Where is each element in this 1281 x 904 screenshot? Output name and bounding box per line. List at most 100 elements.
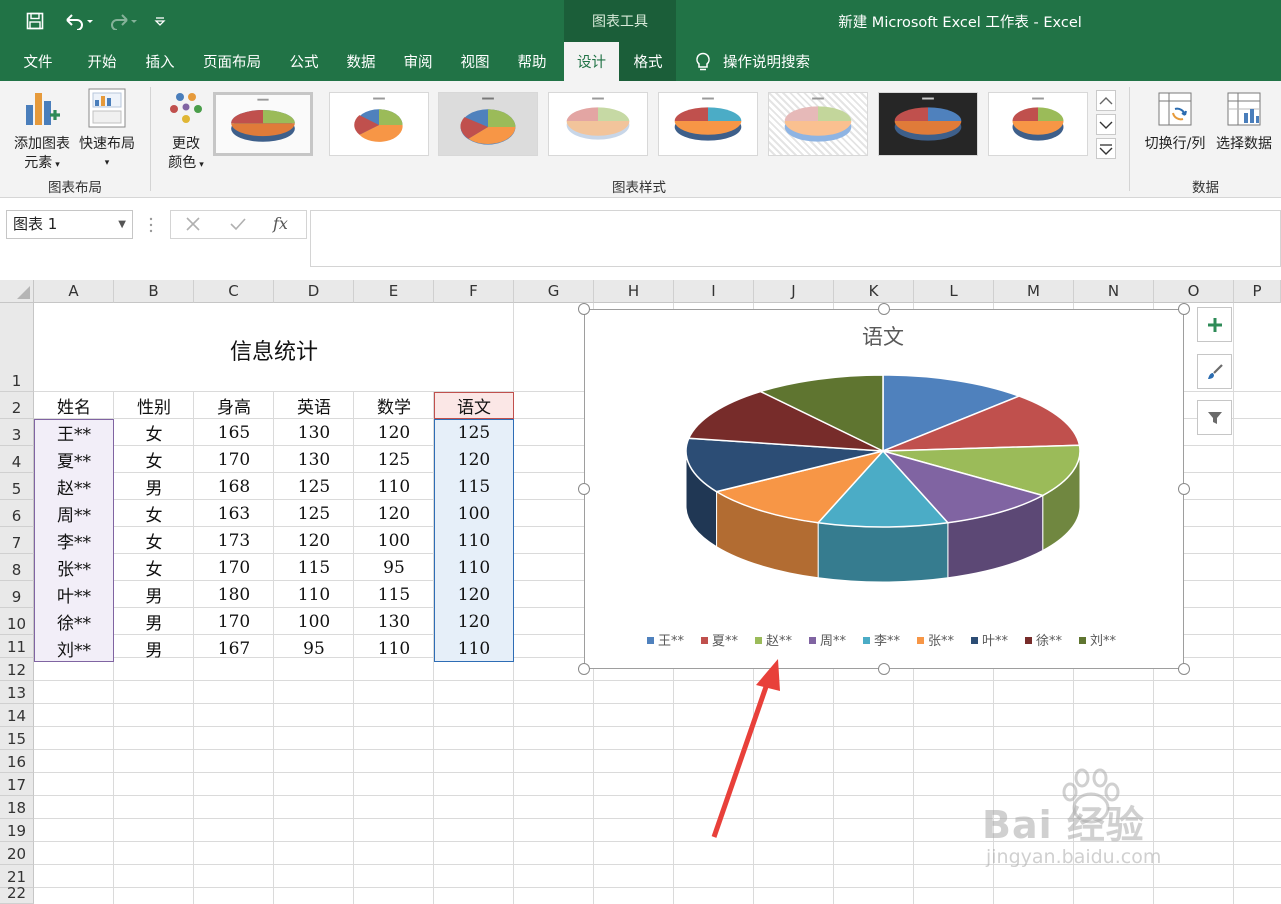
tab-data[interactable]: 数据 [333, 42, 389, 81]
select-data-button[interactable]: 选择数据 [1211, 89, 1277, 154]
row-header-9[interactable]: 9 [0, 581, 34, 608]
column-header-k[interactable]: K [834, 280, 914, 303]
column-header-g[interactable]: G [514, 280, 594, 303]
data-cell[interactable]: 男 [114, 635, 194, 662]
enter-icon[interactable] [229, 216, 247, 236]
tab-page-layout[interactable]: 页面布局 [194, 42, 270, 81]
data-cell[interactable]: 180 [194, 581, 274, 608]
column-header-p[interactable]: P [1234, 280, 1281, 303]
tab-design[interactable]: 设计 [564, 42, 619, 81]
column-header-o[interactable]: O [1154, 280, 1234, 303]
data-cell[interactable]: 167 [194, 635, 274, 662]
data-cell[interactable]: 110 [434, 635, 514, 662]
header-cell[interactable]: 数学 [354, 392, 434, 419]
data-cell[interactable]: 110 [434, 527, 514, 554]
chart-style-8[interactable] [988, 92, 1088, 156]
data-cell[interactable]: 170 [194, 608, 274, 635]
row-header-5[interactable]: 5 [0, 473, 34, 500]
chart-style-1[interactable] [213, 92, 313, 156]
tab-file[interactable]: 文件 [10, 42, 66, 81]
data-cell[interactable]: 周** [34, 500, 114, 527]
column-header-c[interactable]: C [194, 280, 274, 303]
data-cell[interactable]: 赵** [34, 473, 114, 500]
column-header-f[interactable]: F [434, 280, 514, 303]
data-cell[interactable]: 115 [354, 581, 434, 608]
name-box[interactable]: 图表 1 ▼ [6, 210, 133, 239]
data-cell[interactable]: 男 [114, 608, 194, 635]
data-cell[interactable]: 120 [434, 608, 514, 635]
resize-handle-top[interactable] [878, 303, 890, 315]
chart-elements-button[interactable] [1197, 307, 1232, 342]
row-header-16[interactable]: 16 [0, 750, 34, 773]
cancel-icon[interactable] [185, 216, 201, 236]
data-cell[interactable]: 100 [434, 500, 514, 527]
data-cell[interactable]: 125 [434, 419, 514, 446]
data-cell[interactable]: 刘** [34, 635, 114, 662]
tab-insert[interactable]: 插入 [132, 42, 188, 81]
data-cell[interactable]: 125 [274, 473, 354, 500]
resize-handle-top-right[interactable] [1178, 303, 1190, 315]
row-header-2[interactable]: 2 [0, 392, 34, 419]
customize-qat-icon[interactable] [150, 0, 170, 42]
data-cell[interactable]: 130 [354, 608, 434, 635]
quick-layout-button[interactable]: 快速布局 ▾ [76, 87, 138, 173]
chart-styles-button[interactable] [1197, 354, 1232, 389]
column-header-e[interactable]: E [354, 280, 434, 303]
data-cell[interactable]: 110 [274, 581, 354, 608]
chart-style-3[interactable] [438, 92, 538, 156]
data-cell[interactable]: 王** [34, 419, 114, 446]
data-cell[interactable]: 168 [194, 473, 274, 500]
row-header-4[interactable]: 4 [0, 446, 34, 473]
tab-formulas[interactable]: 公式 [276, 42, 332, 81]
chart-area[interactable]: 语文 王** 夏** 赵** 周** 李** 张** 叶** 徐** 刘** [584, 309, 1184, 669]
data-cell[interactable]: 120 [354, 500, 434, 527]
data-cell[interactable]: 女 [114, 527, 194, 554]
column-header-j[interactable]: J [754, 280, 834, 303]
data-cell[interactable]: 125 [354, 446, 434, 473]
row-header-10[interactable]: 10 [0, 608, 34, 635]
row-header-1[interactable]: 1 [0, 303, 34, 392]
data-cell[interactable]: 130 [274, 419, 354, 446]
change-colors-button[interactable]: 更改 颜色 ▾ [158, 87, 214, 175]
data-cell[interactable]: 95 [354, 554, 434, 581]
column-header-n[interactable]: N [1074, 280, 1154, 303]
column-header-h[interactable]: H [594, 280, 674, 303]
row-header-18[interactable]: 18 [0, 796, 34, 819]
data-cell[interactable]: 120 [354, 419, 434, 446]
chart-style-5[interactable] [658, 92, 758, 156]
chart-style-7[interactable] [878, 92, 978, 156]
insert-function-icon[interactable]: fx [273, 214, 288, 233]
chart-filters-button[interactable] [1197, 400, 1232, 435]
data-cell[interactable]: 女 [114, 446, 194, 473]
data-cell[interactable]: 女 [114, 554, 194, 581]
column-header-d[interactable]: D [274, 280, 354, 303]
row-header-22[interactable]: 22 [0, 884, 34, 904]
save-icon[interactable] [22, 0, 48, 42]
row-header-17[interactable]: 17 [0, 773, 34, 796]
column-header-m[interactable]: M [994, 280, 1074, 303]
row-header-15[interactable]: 15 [0, 727, 34, 750]
data-cell[interactable]: 115 [434, 473, 514, 500]
switch-row-column-button[interactable]: 切换行/列 [1140, 89, 1210, 154]
row-header-6[interactable]: 6 [0, 500, 34, 527]
data-cell[interactable]: 110 [354, 473, 434, 500]
resize-handle-top-left[interactable] [578, 303, 590, 315]
data-cell[interactable]: 徐** [34, 608, 114, 635]
data-cell[interactable]: 100 [274, 608, 354, 635]
row-header-11[interactable]: 11 [0, 635, 34, 658]
column-header-i[interactable]: I [674, 280, 754, 303]
header-cell[interactable]: 英语 [274, 392, 354, 419]
column-header-l[interactable]: L [914, 280, 994, 303]
tab-help[interactable]: 帮助 [504, 42, 560, 81]
chart-style-4[interactable] [548, 92, 648, 156]
column-header-b[interactable]: B [114, 280, 194, 303]
data-cell[interactable]: 120 [274, 527, 354, 554]
data-cell[interactable]: 张** [34, 554, 114, 581]
data-cell[interactable]: 120 [434, 446, 514, 473]
undo-icon[interactable] [60, 0, 96, 42]
data-cell[interactable]: 男 [114, 473, 194, 500]
data-cell[interactable]: 女 [114, 500, 194, 527]
tab-review[interactable]: 审阅 [390, 42, 446, 81]
chart-style-6[interactable] [768, 92, 868, 156]
data-cell[interactable]: 165 [194, 419, 274, 446]
